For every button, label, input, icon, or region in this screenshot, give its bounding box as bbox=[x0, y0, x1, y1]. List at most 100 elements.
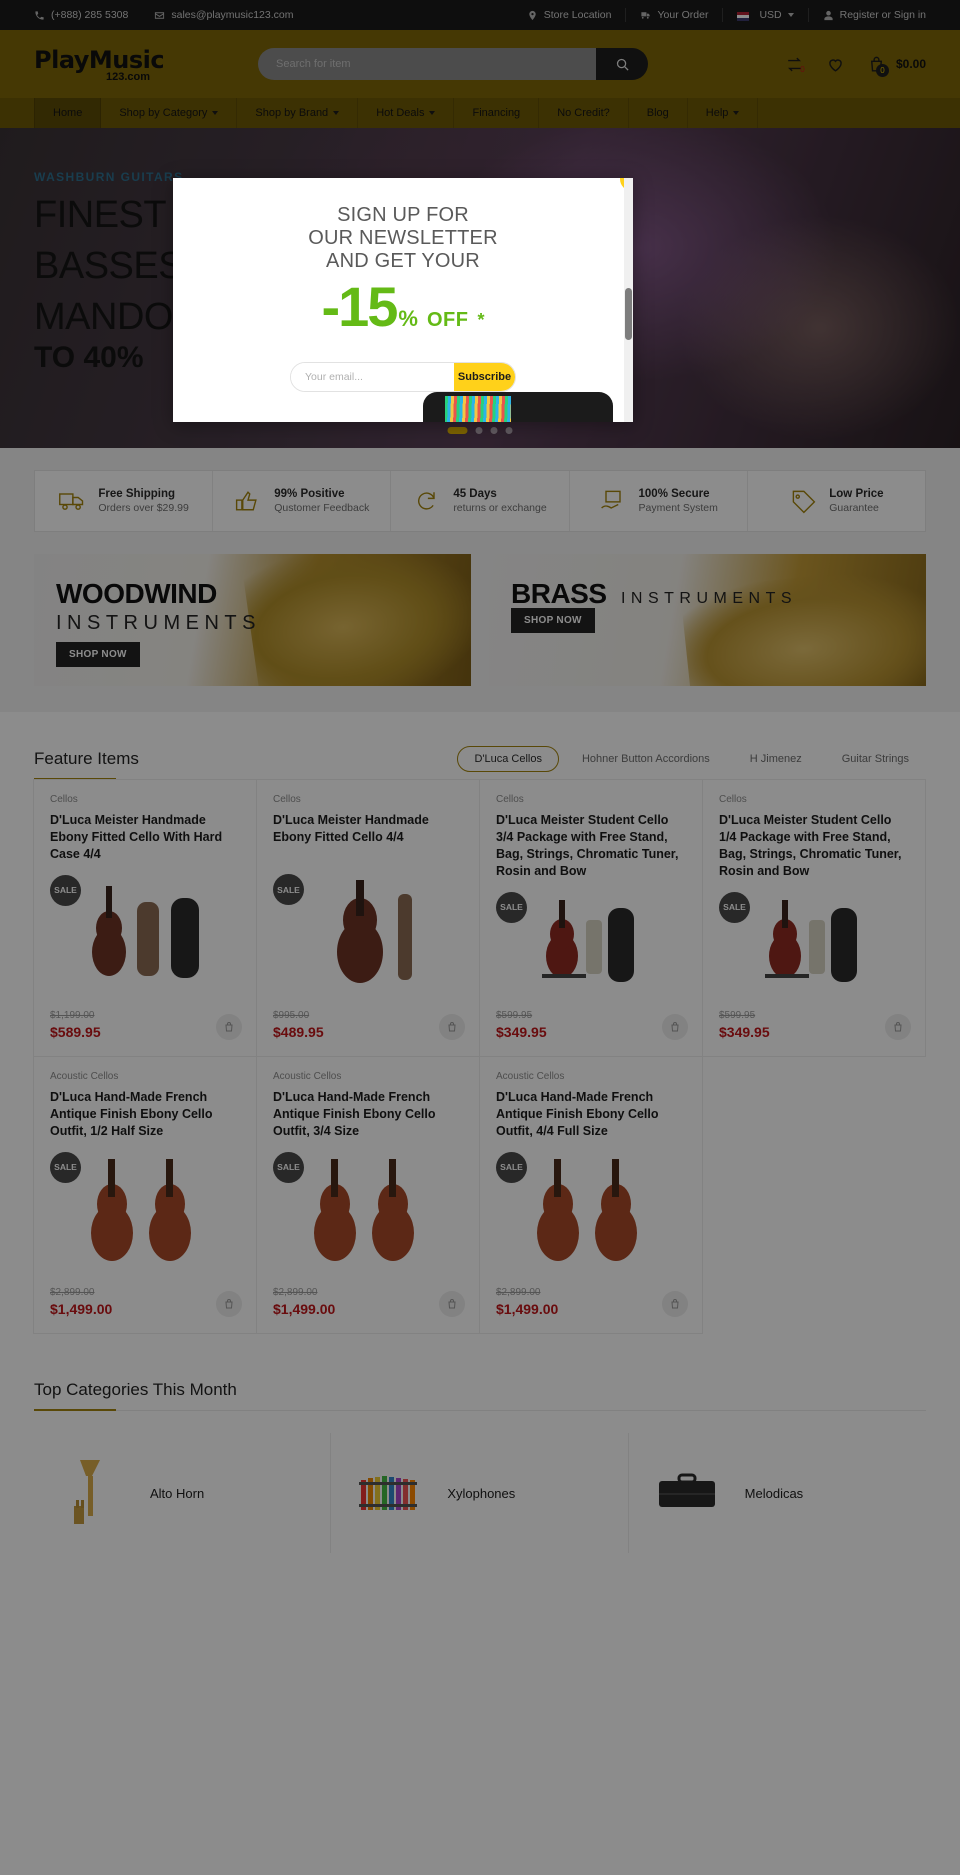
hero-kicker: WASHBURN GUITARS bbox=[34, 170, 184, 184]
compare-button[interactable]: 0 bbox=[785, 55, 805, 74]
tab-hohner-button-accordions[interactable]: Hohner Button Accordions bbox=[565, 746, 727, 772]
tab-dluca-cellos[interactable]: D'Luca Cellos bbox=[457, 746, 559, 772]
nav-label: Help bbox=[705, 107, 729, 119]
carousel-dot-1[interactable] bbox=[447, 427, 468, 434]
search-input[interactable] bbox=[258, 48, 596, 80]
promo-brass[interactable]: BRASS INSTRUMENTS SHOP NOW bbox=[489, 554, 926, 686]
product-name[interactable]: D'Luca Meister Handmade Ebony Fitted Cel… bbox=[50, 812, 240, 863]
promo-woodwind[interactable]: WOODWIND INSTRUMENTS SHOP NOW bbox=[34, 554, 471, 686]
shopping-bag-icon bbox=[225, 1022, 233, 1032]
product-name[interactable]: D'Luca Hand-Made French Antique Finish E… bbox=[50, 1089, 240, 1140]
product-prices: $1,199.00 $589.95 bbox=[50, 1010, 240, 1040]
nav-item-hot-deals[interactable]: Hot Deals bbox=[358, 98, 455, 128]
product-old-price: $599.95 bbox=[496, 1010, 533, 1021]
shopping-bag-icon bbox=[894, 1022, 902, 1032]
discount-number: -15 bbox=[321, 274, 398, 338]
add-to-cart-button[interactable] bbox=[216, 1291, 242, 1317]
product-old-price: $2,899.00 bbox=[496, 1287, 541, 1298]
sale-badge: SALE bbox=[50, 1151, 81, 1183]
product-card[interactable]: Cellos D'Luca Meister Student Cello 3/4 … bbox=[479, 779, 703, 1057]
promo-banners: WOODWIND INSTRUMENTS SHOP NOW BRASS INST… bbox=[0, 554, 960, 712]
product-prices: $2,899.00 $1,499.00 bbox=[496, 1287, 686, 1317]
nav-label: Shop by Category bbox=[119, 107, 208, 119]
nav-item-no-credit[interactable]: No Credit? bbox=[539, 98, 629, 128]
carousel-dot-4[interactable] bbox=[505, 427, 513, 434]
add-to-cart-button[interactable] bbox=[885, 1014, 911, 1040]
product-name[interactable]: D'Luca Meister Handmade Ebony Fitted Cel… bbox=[273, 812, 463, 862]
nav-item-financing[interactable]: Financing bbox=[454, 98, 540, 128]
modal-decorative-image bbox=[423, 392, 613, 422]
topbar-links-group: Store Location Your Order USD Register o… bbox=[527, 8, 926, 22]
account-link[interactable]: Register or Sign in bbox=[823, 9, 926, 21]
carousel-dot-3[interactable] bbox=[490, 427, 498, 434]
shop-now-button[interactable]: SHOP NOW bbox=[511, 608, 595, 633]
category-name: Melodicas bbox=[744, 1485, 804, 1501]
nav-item-home[interactable]: Home bbox=[34, 98, 102, 128]
carousel-dot-2[interactable] bbox=[475, 427, 483, 434]
product-category: Cellos bbox=[273, 794, 301, 805]
product-card[interactable]: Acoustic Cellos D'Luca Hand-Made French … bbox=[479, 1056, 703, 1334]
truck-icon bbox=[641, 11, 651, 19]
product-name[interactable]: D'Luca Hand-Made French Antique Finish E… bbox=[273, 1089, 463, 1140]
product-name[interactable]: D'Luca Meister Student Cello 1/4 Package… bbox=[719, 812, 909, 880]
store-location-text: Store Location bbox=[543, 9, 612, 21]
phone-link[interactable]: (+888) 285 5308 bbox=[34, 9, 128, 21]
add-to-cart-button[interactable] bbox=[662, 1291, 688, 1317]
product-card[interactable]: Acoustic Cellos D'Luca Hand-Made French … bbox=[256, 1056, 480, 1334]
sale-badge: SALE bbox=[496, 891, 527, 923]
phone-icon bbox=[35, 10, 44, 20]
shopping-bag-icon bbox=[225, 1299, 233, 1309]
nav-item-blog[interactable]: Blog bbox=[629, 98, 688, 128]
category-item-melodicas[interactable]: Melodicas bbox=[629, 1433, 926, 1553]
sale-badge: SALE bbox=[496, 1151, 527, 1183]
product-name[interactable]: D'Luca Meister Student Cello 3/4 Package… bbox=[496, 812, 686, 880]
add-to-cart-button[interactable] bbox=[439, 1014, 465, 1040]
product-card[interactable]: Acoustic Cellos D'Luca Hand-Made French … bbox=[33, 1056, 257, 1334]
nav-item-shop-by-category[interactable]: Shop by Category bbox=[101, 98, 238, 128]
saxophone-image bbox=[240, 554, 471, 686]
service-secure-payment: 100% Secure Payment System bbox=[570, 471, 748, 531]
discount-percent: % bbox=[398, 305, 418, 331]
promo-title-light: INSTRUMENTS bbox=[620, 590, 798, 607]
add-to-cart-button[interactable] bbox=[439, 1291, 465, 1317]
email-link[interactable]: sales@playmusic123.com bbox=[154, 9, 293, 21]
site-logo[interactable]: PlayMusic 123.com bbox=[34, 46, 206, 83]
category-item-alto-horn[interactable]: Alto Horn bbox=[34, 1433, 332, 1553]
add-to-cart-button[interactable] bbox=[216, 1014, 242, 1040]
product-category: Cellos bbox=[496, 794, 524, 805]
service-subtitle: returns or exchange bbox=[453, 502, 547, 514]
store-location-link[interactable]: Store Location bbox=[527, 9, 612, 21]
product-card[interactable]: Cellos D'Luca Meister Student Cello 1/4 … bbox=[702, 779, 926, 1057]
add-to-cart-button[interactable] bbox=[662, 1014, 688, 1040]
header-action-icons: 0 0 $0.00 bbox=[785, 55, 926, 77]
shop-now-button[interactable]: SHOP NOW bbox=[56, 642, 140, 667]
hero-text-block: WASHBURN GUITARS FINEST BASSES MANDO TO … bbox=[34, 170, 184, 375]
product-image: SALE bbox=[273, 1146, 463, 1279]
shopping-bag-icon bbox=[448, 1299, 456, 1309]
wishlist-button[interactable] bbox=[826, 55, 845, 74]
tab-h-jimenez[interactable]: H Jimenez bbox=[733, 746, 819, 772]
product-prices: $2,899.00 $1,499.00 bbox=[50, 1287, 240, 1317]
product-card[interactable]: Cellos D'Luca Meister Handmade Ebony Fit… bbox=[256, 779, 480, 1057]
subscribe-button[interactable]: Subscribe bbox=[454, 362, 515, 391]
tab-guitar-strings[interactable]: Guitar Strings bbox=[825, 746, 926, 772]
product-price: $349.95 bbox=[719, 1024, 770, 1040]
search-button[interactable] bbox=[596, 48, 648, 80]
cart-button[interactable]: 0 $0.00 bbox=[867, 55, 926, 77]
refresh-icon bbox=[418, 492, 436, 510]
product-category: Acoustic Cellos bbox=[273, 1071, 342, 1082]
product-name[interactable]: D'Luca Hand-Made French Antique Finish E… bbox=[496, 1089, 686, 1140]
product-card[interactable]: Cellos D'Luca Meister Handmade Ebony Fit… bbox=[33, 779, 257, 1057]
modal-heading-2: OUR NEWSLETTER bbox=[308, 227, 498, 250]
currency-selector[interactable]: USD bbox=[737, 9, 794, 21]
modal-scrollbar-thumb[interactable] bbox=[625, 288, 632, 340]
newsletter-email-input[interactable] bbox=[291, 362, 454, 391]
nav-label: Home bbox=[53, 107, 83, 119]
category-item-xylophones[interactable]: Xylophones bbox=[331, 1433, 629, 1553]
nav-item-shop-by-brand[interactable]: Shop by Brand bbox=[237, 98, 359, 128]
product-old-price: $1,199.00 bbox=[50, 1010, 95, 1021]
shopping-bag-icon bbox=[671, 1299, 679, 1309]
cello-pair-illustration bbox=[314, 1159, 414, 1262]
your-order-link[interactable]: Your Order bbox=[640, 9, 708, 21]
nav-item-help[interactable]: Help bbox=[688, 98, 759, 128]
